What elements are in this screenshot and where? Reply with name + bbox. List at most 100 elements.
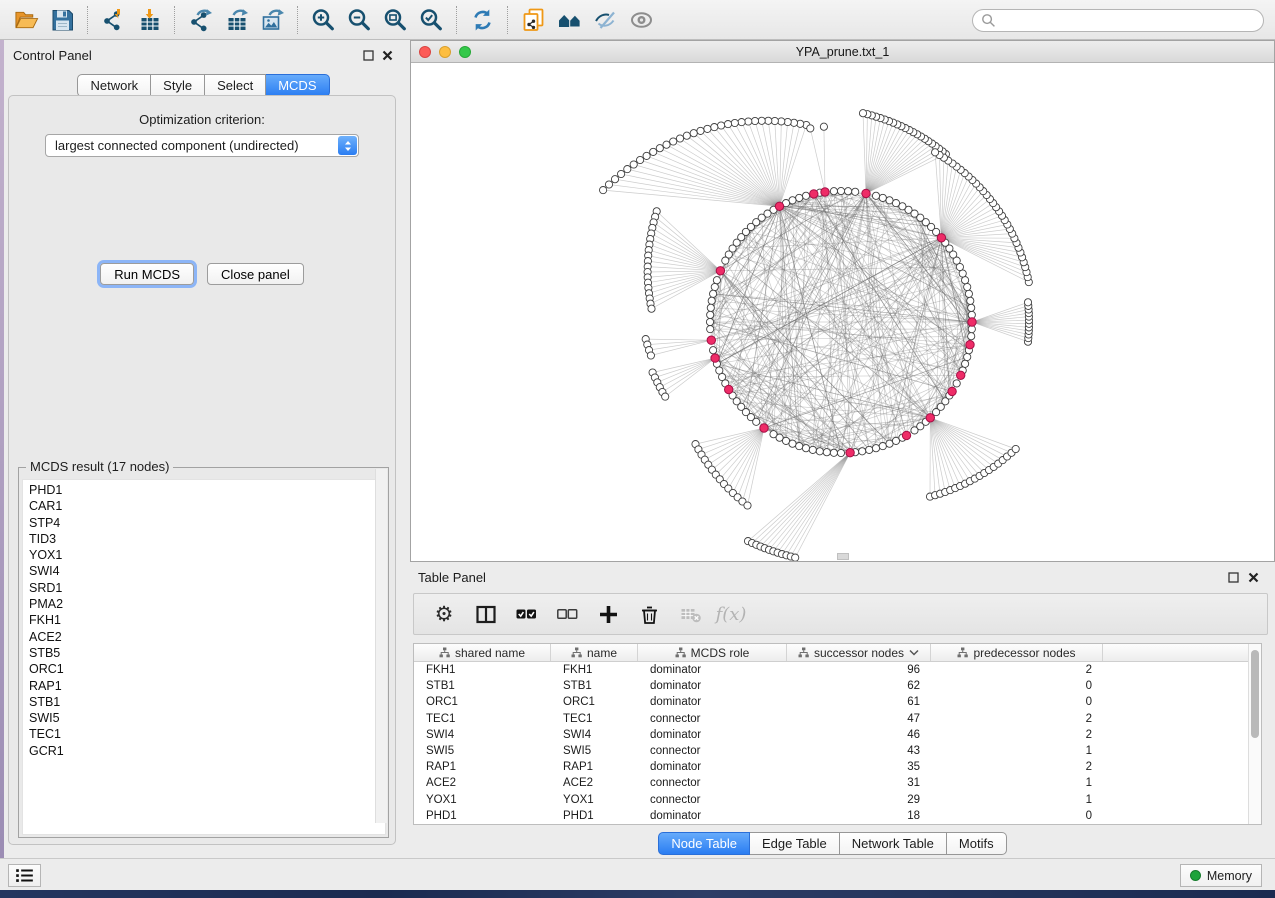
task-history-button[interactable] — [8, 864, 41, 887]
result-item[interactable]: STB5 — [23, 645, 385, 661]
result-item[interactable]: STP4 — [23, 515, 385, 531]
table-cell: dominator — [638, 727, 787, 743]
tab-network[interactable]: Network — [77, 74, 151, 97]
criterion-select[interactable]: largest connected component (undirected) — [45, 134, 359, 157]
gear-button[interactable]: ⚙ — [431, 601, 457, 627]
table-row[interactable]: STB1STB1dominator620 — [414, 678, 1261, 694]
node-table[interactable]: shared namenameMCDS rolesuccessor nodesp… — [413, 643, 1262, 825]
search-input[interactable] — [1001, 14, 1255, 28]
control-panel: Control Panel NetworkStyleSelectMCDS Opt… — [4, 40, 403, 858]
destroy-table-icon — [680, 604, 701, 625]
result-item[interactable]: TID3 — [23, 531, 385, 547]
result-item[interactable]: CAR1 — [23, 498, 385, 514]
tab-network-table[interactable]: Network Table — [840, 832, 947, 855]
table-cell: YOX1 — [551, 792, 638, 808]
table-row[interactable]: YOX1YOX1connector291 — [414, 792, 1261, 808]
table-row[interactable]: ORC1ORC1dominator610 — [414, 694, 1261, 710]
table-cell: ORC1 — [551, 694, 638, 710]
zoom-fit-button[interactable] — [377, 4, 413, 36]
tab-edge-table[interactable]: Edge Table — [750, 832, 840, 855]
refresh-button[interactable] — [464, 4, 500, 36]
export-table-button[interactable] — [218, 4, 254, 36]
result-item[interactable]: FKH1 — [23, 612, 385, 628]
tab-motifs[interactable]: Motifs — [947, 832, 1007, 855]
split-columns-button[interactable] — [472, 601, 498, 627]
table-row[interactable]: FKH1FKH1dominator962 — [414, 662, 1261, 678]
zoom-selected-button[interactable] — [413, 4, 449, 36]
tab-select[interactable]: Select — [205, 74, 266, 97]
column-header-predecessor-nodes[interactable]: predecessor nodes — [931, 644, 1103, 661]
export-image-button[interactable] — [254, 4, 290, 36]
column-header-shared-name[interactable]: shared name — [414, 644, 551, 661]
first-neighbors-button[interactable] — [551, 4, 587, 36]
memory-button[interactable]: Memory — [1180, 864, 1262, 887]
close-panel-icon[interactable] — [1248, 572, 1259, 583]
table-row[interactable]: ACE2ACE2connector311 — [414, 775, 1261, 791]
float-panel-icon[interactable] — [1228, 572, 1239, 583]
result-item[interactable]: SWI4 — [23, 563, 385, 579]
duplicate-network-button[interactable] — [515, 4, 551, 36]
delete-column-button[interactable] — [636, 601, 662, 627]
select-all-button[interactable] — [513, 601, 539, 627]
column-header-MCDS-role[interactable]: MCDS role — [638, 644, 787, 661]
result-item[interactable]: YOX1 — [23, 547, 385, 563]
close-panel-icon[interactable] — [382, 50, 393, 61]
show-all-button[interactable] — [623, 4, 659, 36]
table-cell — [1103, 759, 1250, 775]
column-header-name[interactable]: name — [551, 644, 638, 661]
open-file-button[interactable] — [8, 4, 44, 36]
table-toolbar: ⚙f(x) — [413, 593, 1268, 635]
zoom-out-button[interactable] — [341, 4, 377, 36]
zoom-selected-icon — [419, 8, 444, 32]
result-item[interactable]: SWI5 — [23, 710, 385, 726]
table-cell: 43 — [787, 743, 931, 759]
tab-node-table[interactable]: Node Table — [658, 832, 750, 855]
status-bar: Memory — [0, 858, 1275, 890]
run-mcds-button[interactable]: Run MCDS — [100, 263, 194, 285]
save-session-button[interactable] — [44, 4, 80, 36]
table-cell: PHD1 — [414, 808, 551, 824]
table-row[interactable]: SWI4SWI4dominator462 — [414, 727, 1261, 743]
table-row[interactable]: SWI5SWI5connector431 — [414, 743, 1261, 759]
result-list-scrollbar[interactable] — [375, 469, 387, 823]
mcds-result-list[interactable]: PHD1CAR1STP4TID3YOX1SWI4SRD1PMA2FKH1ACE2… — [22, 479, 386, 835]
close-panel-button[interactable]: Close panel — [207, 263, 304, 285]
column-header-successor-nodes[interactable]: successor nodes — [787, 644, 931, 661]
deselect-all-button[interactable] — [554, 601, 580, 627]
table-tabs: Node TableEdge TableNetwork TableMotifs — [403, 832, 1262, 855]
network-canvas[interactable] — [411, 63, 1274, 561]
table-row[interactable]: TEC1TEC1connector472 — [414, 711, 1261, 727]
search-box[interactable] — [972, 9, 1264, 32]
table-row[interactable]: RAP1RAP1dominator352 — [414, 759, 1261, 775]
result-item[interactable]: PMA2 — [23, 596, 385, 612]
add-column-button[interactable] — [595, 601, 621, 627]
table-cell: dominator — [638, 662, 787, 678]
tab-style[interactable]: Style — [151, 74, 205, 97]
result-item[interactable]: TEC1 — [23, 726, 385, 742]
tab-mcds[interactable]: MCDS — [266, 74, 329, 97]
first-neighbors-icon — [557, 8, 582, 32]
import-network-button[interactable] — [95, 4, 131, 36]
result-item[interactable]: GCR1 — [23, 743, 385, 759]
result-item[interactable]: STB1 — [23, 694, 385, 710]
network-window-titlebar[interactable]: YPA_prune.txt_1 — [411, 41, 1274, 63]
result-item[interactable]: ACE2 — [23, 629, 385, 645]
table-scrollbar[interactable] — [1248, 644, 1261, 824]
splitter-handle[interactable] — [837, 553, 849, 560]
scrollbar-thumb[interactable] — [1251, 650, 1259, 738]
table-cell: 2 — [931, 759, 1103, 775]
result-item[interactable]: SRD1 — [23, 580, 385, 596]
import-table-button[interactable] — [131, 4, 167, 36]
destroy-table-button — [677, 601, 703, 627]
export-network-button[interactable] — [182, 4, 218, 36]
float-panel-icon[interactable] — [363, 50, 374, 61]
table-row[interactable]: PHD1PHD1dominator180 — [414, 808, 1261, 824]
result-item[interactable]: PHD1 — [23, 482, 385, 498]
result-item[interactable]: RAP1 — [23, 678, 385, 694]
tree-icon — [957, 647, 968, 658]
zoom-in-button[interactable] — [305, 4, 341, 36]
hide-selected-button[interactable] — [587, 4, 623, 36]
table-cell: 0 — [931, 808, 1103, 824]
table-cell: FKH1 — [414, 662, 551, 678]
result-item[interactable]: ORC1 — [23, 661, 385, 677]
